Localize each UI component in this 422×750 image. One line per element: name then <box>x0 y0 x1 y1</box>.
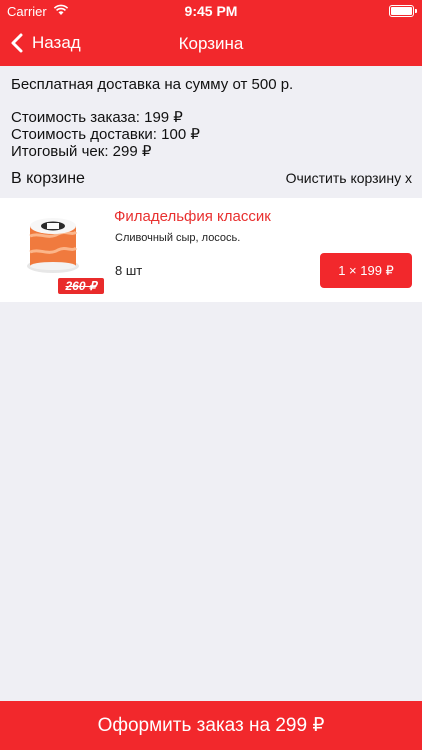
item-name[interactable]: Филадельфия классик <box>114 208 271 225</box>
order-info: Бесплатная доставка на сумму от 500 р. С… <box>11 76 293 160</box>
checkout-button[interactable]: Оформить заказ на 299 ₽ <box>0 701 422 750</box>
free-delivery-text: Бесплатная доставка на сумму от 500 р. <box>11 76 294 93</box>
item-description: Сливочный сыр, лосось. <box>115 232 241 244</box>
item-quantity: 8 шт <box>115 263 143 278</box>
header: Carrier 9:45 PM Назад Корзина <box>0 0 422 66</box>
sushi-roll-image <box>27 218 79 273</box>
old-price-badge: 260 ₽ <box>58 278 104 294</box>
order-cost-text: Стоимость заказа: 199 ₽ <box>11 109 183 126</box>
total-text: Итоговый чек: 299 ₽ <box>11 143 152 160</box>
page-title: Корзина <box>178 34 244 53</box>
item-price-button[interactable]: 1 × 199 ₽ <box>320 253 412 288</box>
clock: 9:45 PM <box>184 3 238 19</box>
status-bar: Carrier 9:45 PM <box>0 0 422 22</box>
cart-item: 260 ₽ Филадельфия классик Сливочный сыр,… <box>0 198 422 302</box>
clear-cart-button[interactable]: Очистить корзину x <box>286 170 412 186</box>
battery-icon <box>389 5 417 17</box>
delivery-cost-text: Стоимость доставки: 100 ₽ <box>11 126 200 143</box>
cart-header: В корзине Очистить корзину x <box>0 168 422 190</box>
cart-title: В корзине <box>11 170 85 187</box>
